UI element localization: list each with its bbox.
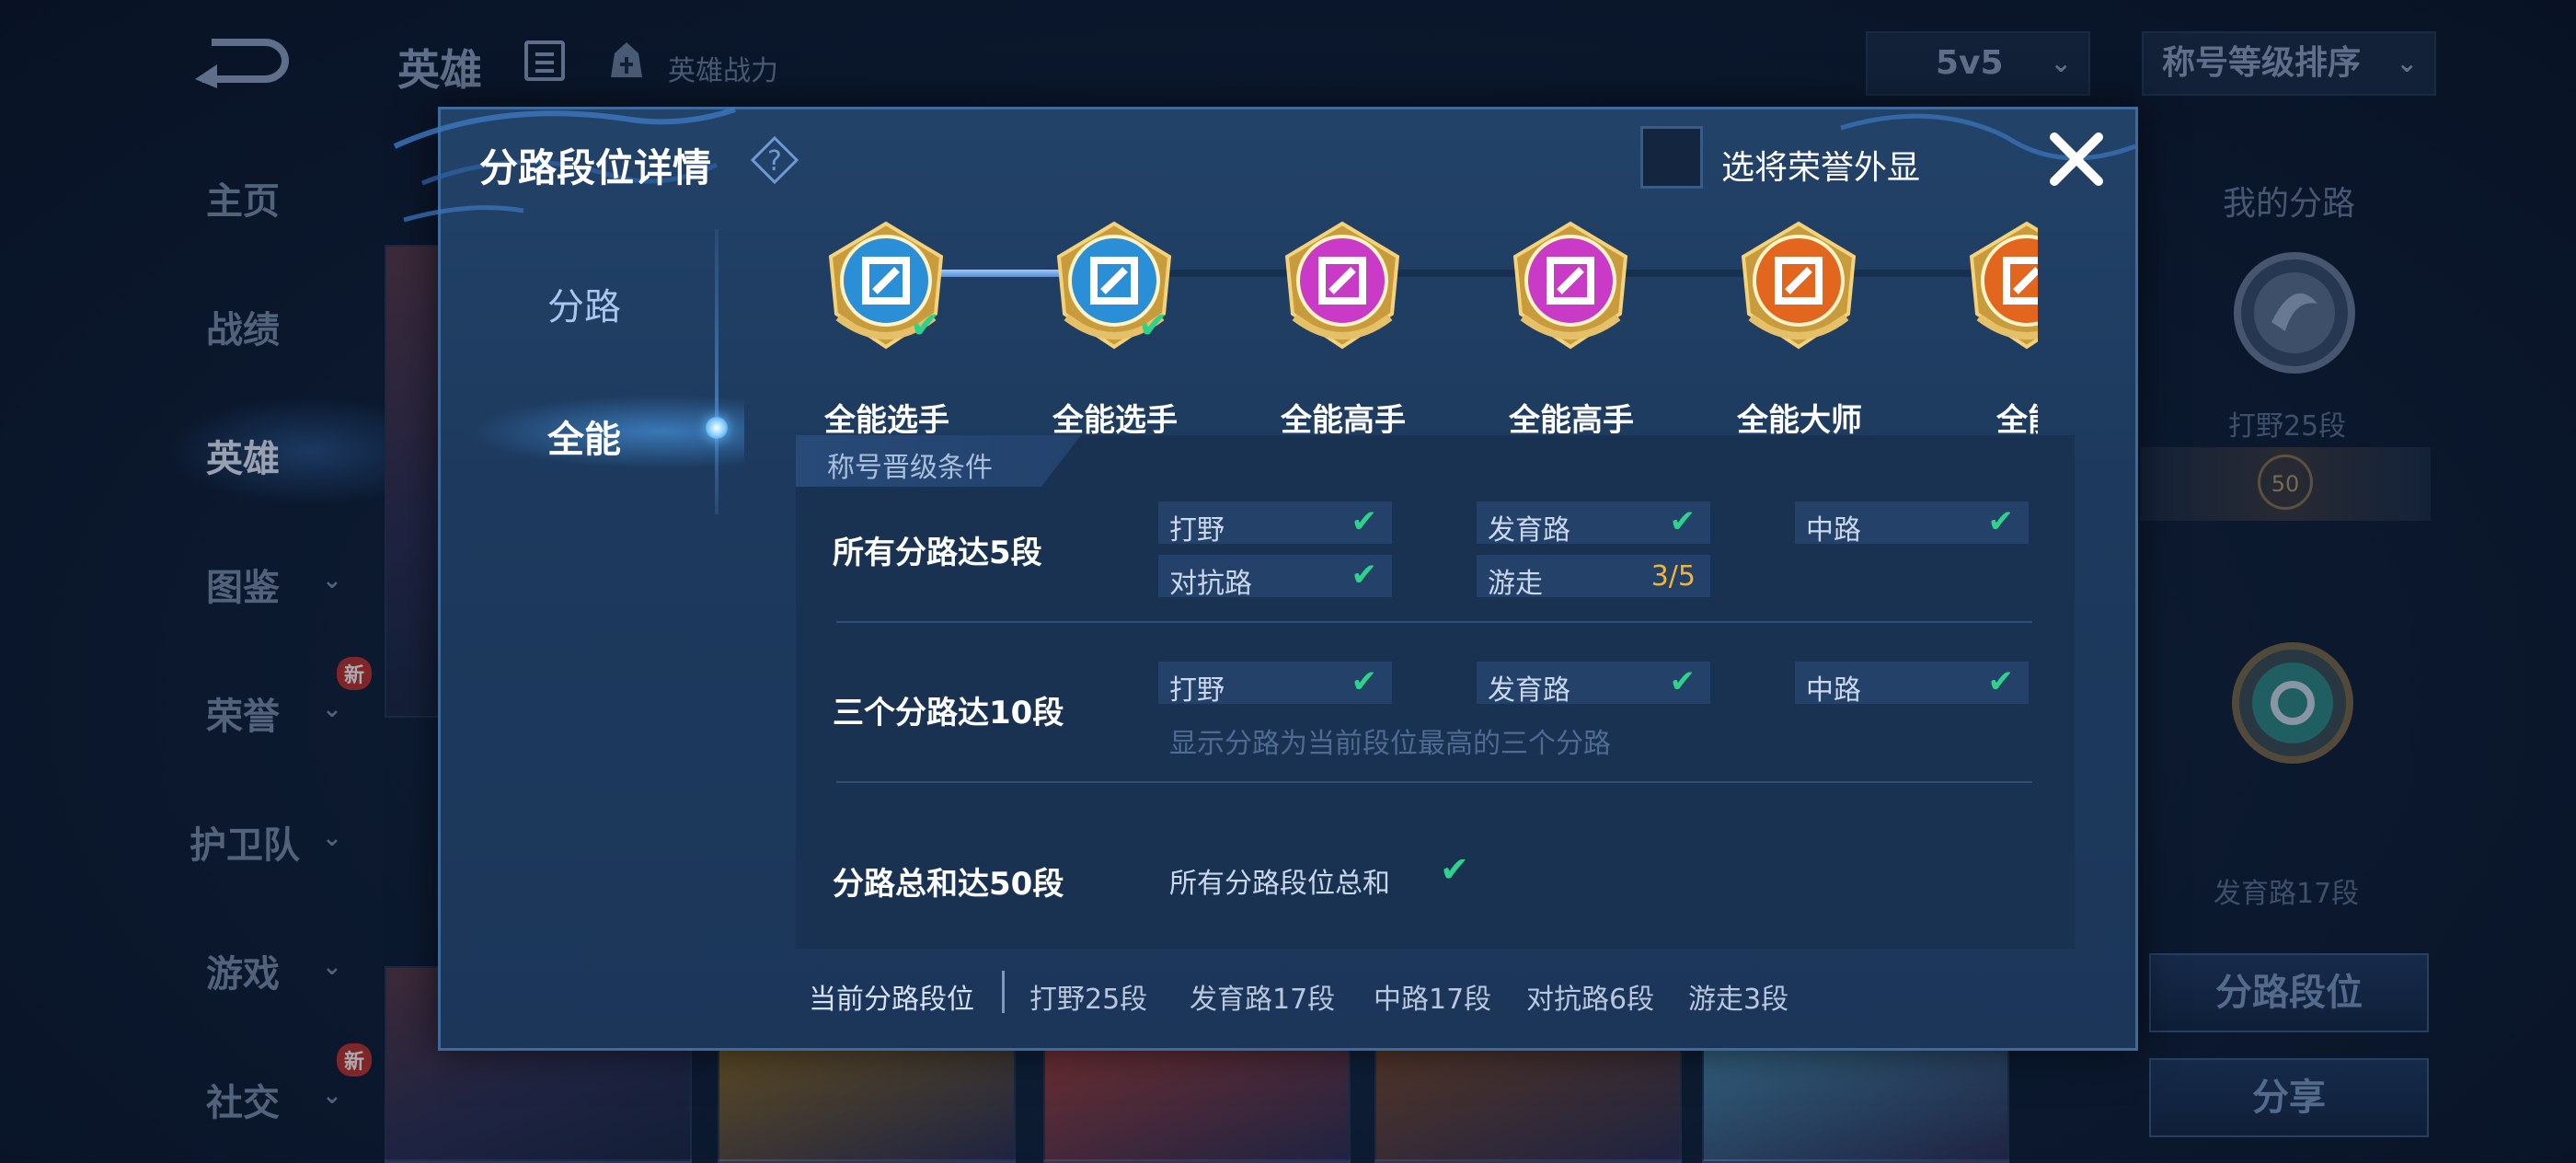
lane-status-pill: 打野 ✔: [1158, 501, 1392, 547]
conditions-header: 称号晋级条件: [796, 435, 1081, 487]
lane-status-pill: 发育路 ✔: [1477, 662, 1710, 707]
medal-emblem-icon: [1969, 221, 2038, 350]
lane-label: 对抗路: [1169, 568, 1252, 600]
medal-emblem-icon: [1741, 221, 1857, 350]
lane-label: 打野: [1169, 514, 1225, 547]
lane-label: 中路: [1806, 514, 1861, 547]
check-icon: ✔: [1987, 503, 2015, 540]
lane-rank-value: 游走3段: [1688, 984, 1789, 1016]
lane-status-pill: 发育路 ✔: [1477, 501, 1710, 547]
lane-rank-value: 发育路17段: [1190, 984, 1336, 1016]
medal-label: 全能选手: [824, 402, 949, 439]
lane-rank-value: 中路17段: [1374, 984, 1492, 1016]
check-icon: ✔: [1669, 503, 1696, 540]
rank-medal[interactable]: 全能高手: [1274, 211, 1410, 450]
progress-value: 3/5: [1650, 560, 1696, 593]
tab-all-round[interactable]: 全能: [547, 409, 621, 463]
rank-medal[interactable]: 全能高手: [1502, 211, 1639, 450]
promotion-conditions-panel: 称号晋级条件 所有分路达5段 打野 ✔ 发育路 ✔ 中路 ✔ 对抗路 ✔ 游走 …: [796, 435, 2075, 949]
check-icon: ✔: [1987, 663, 2015, 700]
divider: [836, 621, 2032, 623]
modal-title: 分路段位详情: [479, 145, 712, 190]
tab-divider: [715, 229, 719, 514]
condition-hint: 显示分路为当前段位最高的三个分路: [1169, 728, 1611, 760]
honor-display-checkbox[interactable]: [1640, 126, 1703, 189]
lane-label: 打野: [1169, 674, 1225, 707]
medal-label: 全能大师: [1737, 402, 1862, 439]
rank-medal[interactable]: ✔ 全能选手: [1046, 211, 1182, 450]
lane-status-pill: 对抗路 ✔: [1158, 555, 1392, 600]
lane-status-pill: 中路 ✔: [1795, 662, 2029, 707]
close-icon[interactable]: [2043, 126, 2110, 192]
rank-medal[interactable]: 全能: [1959, 211, 2038, 450]
check-icon: ✔: [1669, 663, 1696, 700]
current-lane-ranks-label: 当前分路段位: [809, 984, 974, 1016]
tab-lane[interactable]: 分路: [547, 277, 621, 330]
honor-display-label[interactable]: 选将荣誉外显: [1721, 141, 1920, 189]
divider: [836, 781, 2032, 783]
active-tab-indicator: [706, 417, 728, 439]
check-icon: ✔: [1440, 849, 1469, 890]
medal-label: 全能: [1996, 402, 2038, 439]
medal-label: 全能高手: [1281, 402, 1406, 439]
lane-label: 发育路: [1488, 674, 1570, 707]
achieved-check-icon: ✔: [910, 305, 941, 347]
lane-status-pill: 中路 ✔: [1795, 501, 2029, 547]
lane-rank-value: 打野25段: [1029, 984, 1148, 1016]
condition-title: 所有分路达5段: [833, 535, 1042, 571]
rank-medal[interactable]: ✔ 全能选手: [818, 211, 954, 450]
check-icon: ✔: [1351, 557, 1378, 593]
svg-text:?: ?: [767, 145, 782, 178]
help-icon[interactable]: ?: [750, 135, 799, 185]
lane-sum-label: 所有分路段位总和: [1169, 868, 1390, 900]
condition-title: 分路总和达50段: [833, 866, 1064, 903]
rank-medal[interactable]: 全能大师: [1731, 211, 1867, 450]
medal-emblem-icon: [1512, 221, 1628, 350]
lane-status-pill: 游走 3/5: [1477, 555, 1710, 600]
divider: [1002, 971, 1005, 1013]
medal-label: 全能选手: [1052, 402, 1178, 439]
lane-label: 游走: [1488, 568, 1543, 600]
condition-title: 三个分路达10段: [833, 695, 1064, 731]
achieved-check-icon: ✔: [1138, 305, 1169, 347]
check-icon: ✔: [1351, 503, 1378, 540]
lane-label: 中路: [1806, 674, 1861, 707]
medal-emblem-icon: [1284, 221, 1400, 350]
lane-rank-detail-modal: 分路段位详情 ? 选将荣誉外显 分路 全能 ✔ 全能选手 ✔ 全能选手 全能高手 全能高手…: [393, 107, 2138, 1051]
check-icon: ✔: [1351, 663, 1378, 700]
modal-tabs: 分路 全能: [441, 229, 744, 873]
lane-rank-value: 对抗路6段: [1526, 984, 1655, 1016]
medal-label: 全能高手: [1509, 402, 1634, 439]
lane-label: 发育路: [1488, 514, 1570, 547]
conditions-header-label: 称号晋级条件: [827, 452, 993, 484]
lane-status-pill: 打野 ✔: [1158, 662, 1392, 707]
